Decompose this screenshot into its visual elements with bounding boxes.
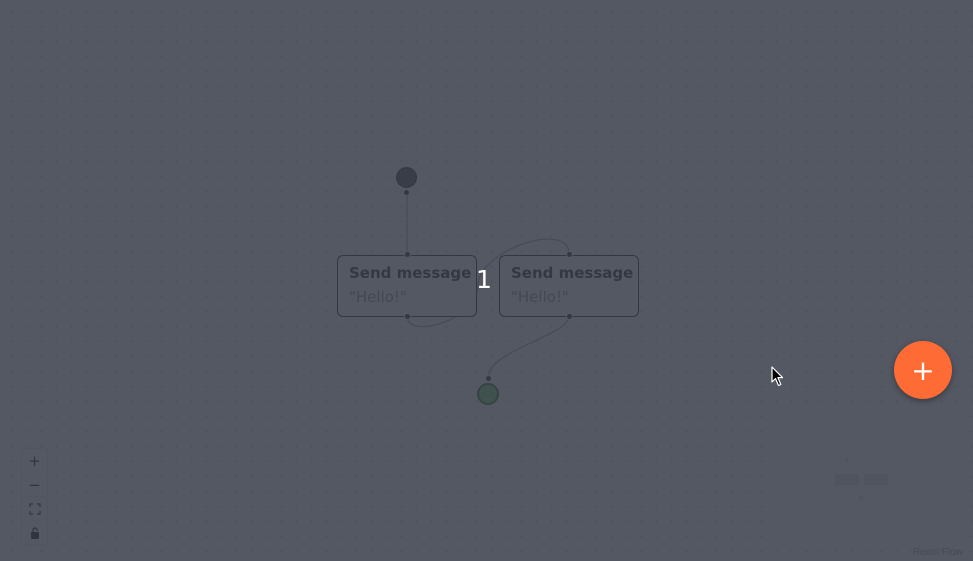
selection-count: 1	[476, 265, 492, 294]
node-title: Send message	[349, 264, 472, 282]
minimap-end-node	[859, 495, 863, 499]
zoom-out-button[interactable]: −	[22, 473, 47, 497]
mouse-cursor-icon	[771, 366, 784, 387]
end-node[interactable]	[477, 383, 499, 405]
node-2-target-handle[interactable]	[566, 251, 573, 258]
node-1-source-handle[interactable]	[404, 313, 411, 320]
minimap-start-node	[845, 458, 849, 462]
node-message: "Hello!"	[349, 288, 407, 306]
minimap-node-2	[864, 474, 888, 485]
lock-button[interactable]	[22, 521, 47, 545]
start-node-source-handle[interactable]	[403, 189, 410, 196]
send-message-node-2[interactable]: Send message "Hello!"	[499, 255, 639, 317]
add-node-button[interactable]: +	[894, 341, 952, 399]
attribution-link[interactable]: React Flow	[913, 547, 963, 558]
fit-view-button[interactable]	[22, 497, 47, 521]
end-node-target-handle[interactable]	[485, 375, 492, 382]
fit-view-icon	[28, 502, 41, 515]
send-message-node-1[interactable]: Send message "Hello!"	[337, 255, 477, 317]
minimap-node-1	[835, 474, 859, 485]
node-title: Send message	[511, 264, 634, 282]
node-1-target-handle[interactable]	[404, 251, 411, 258]
start-node[interactable]	[396, 167, 417, 188]
flow-controls: + −	[22, 449, 47, 545]
zoom-in-button[interactable]: +	[22, 449, 47, 473]
node-2-source-handle[interactable]	[566, 313, 573, 320]
minimap[interactable]	[775, 414, 965, 544]
node-message: "Hello!"	[511, 288, 569, 306]
plus-icon: +	[911, 353, 935, 387]
lock-icon	[30, 526, 39, 539]
edge-node-2-to-end	[487, 315, 570, 379]
